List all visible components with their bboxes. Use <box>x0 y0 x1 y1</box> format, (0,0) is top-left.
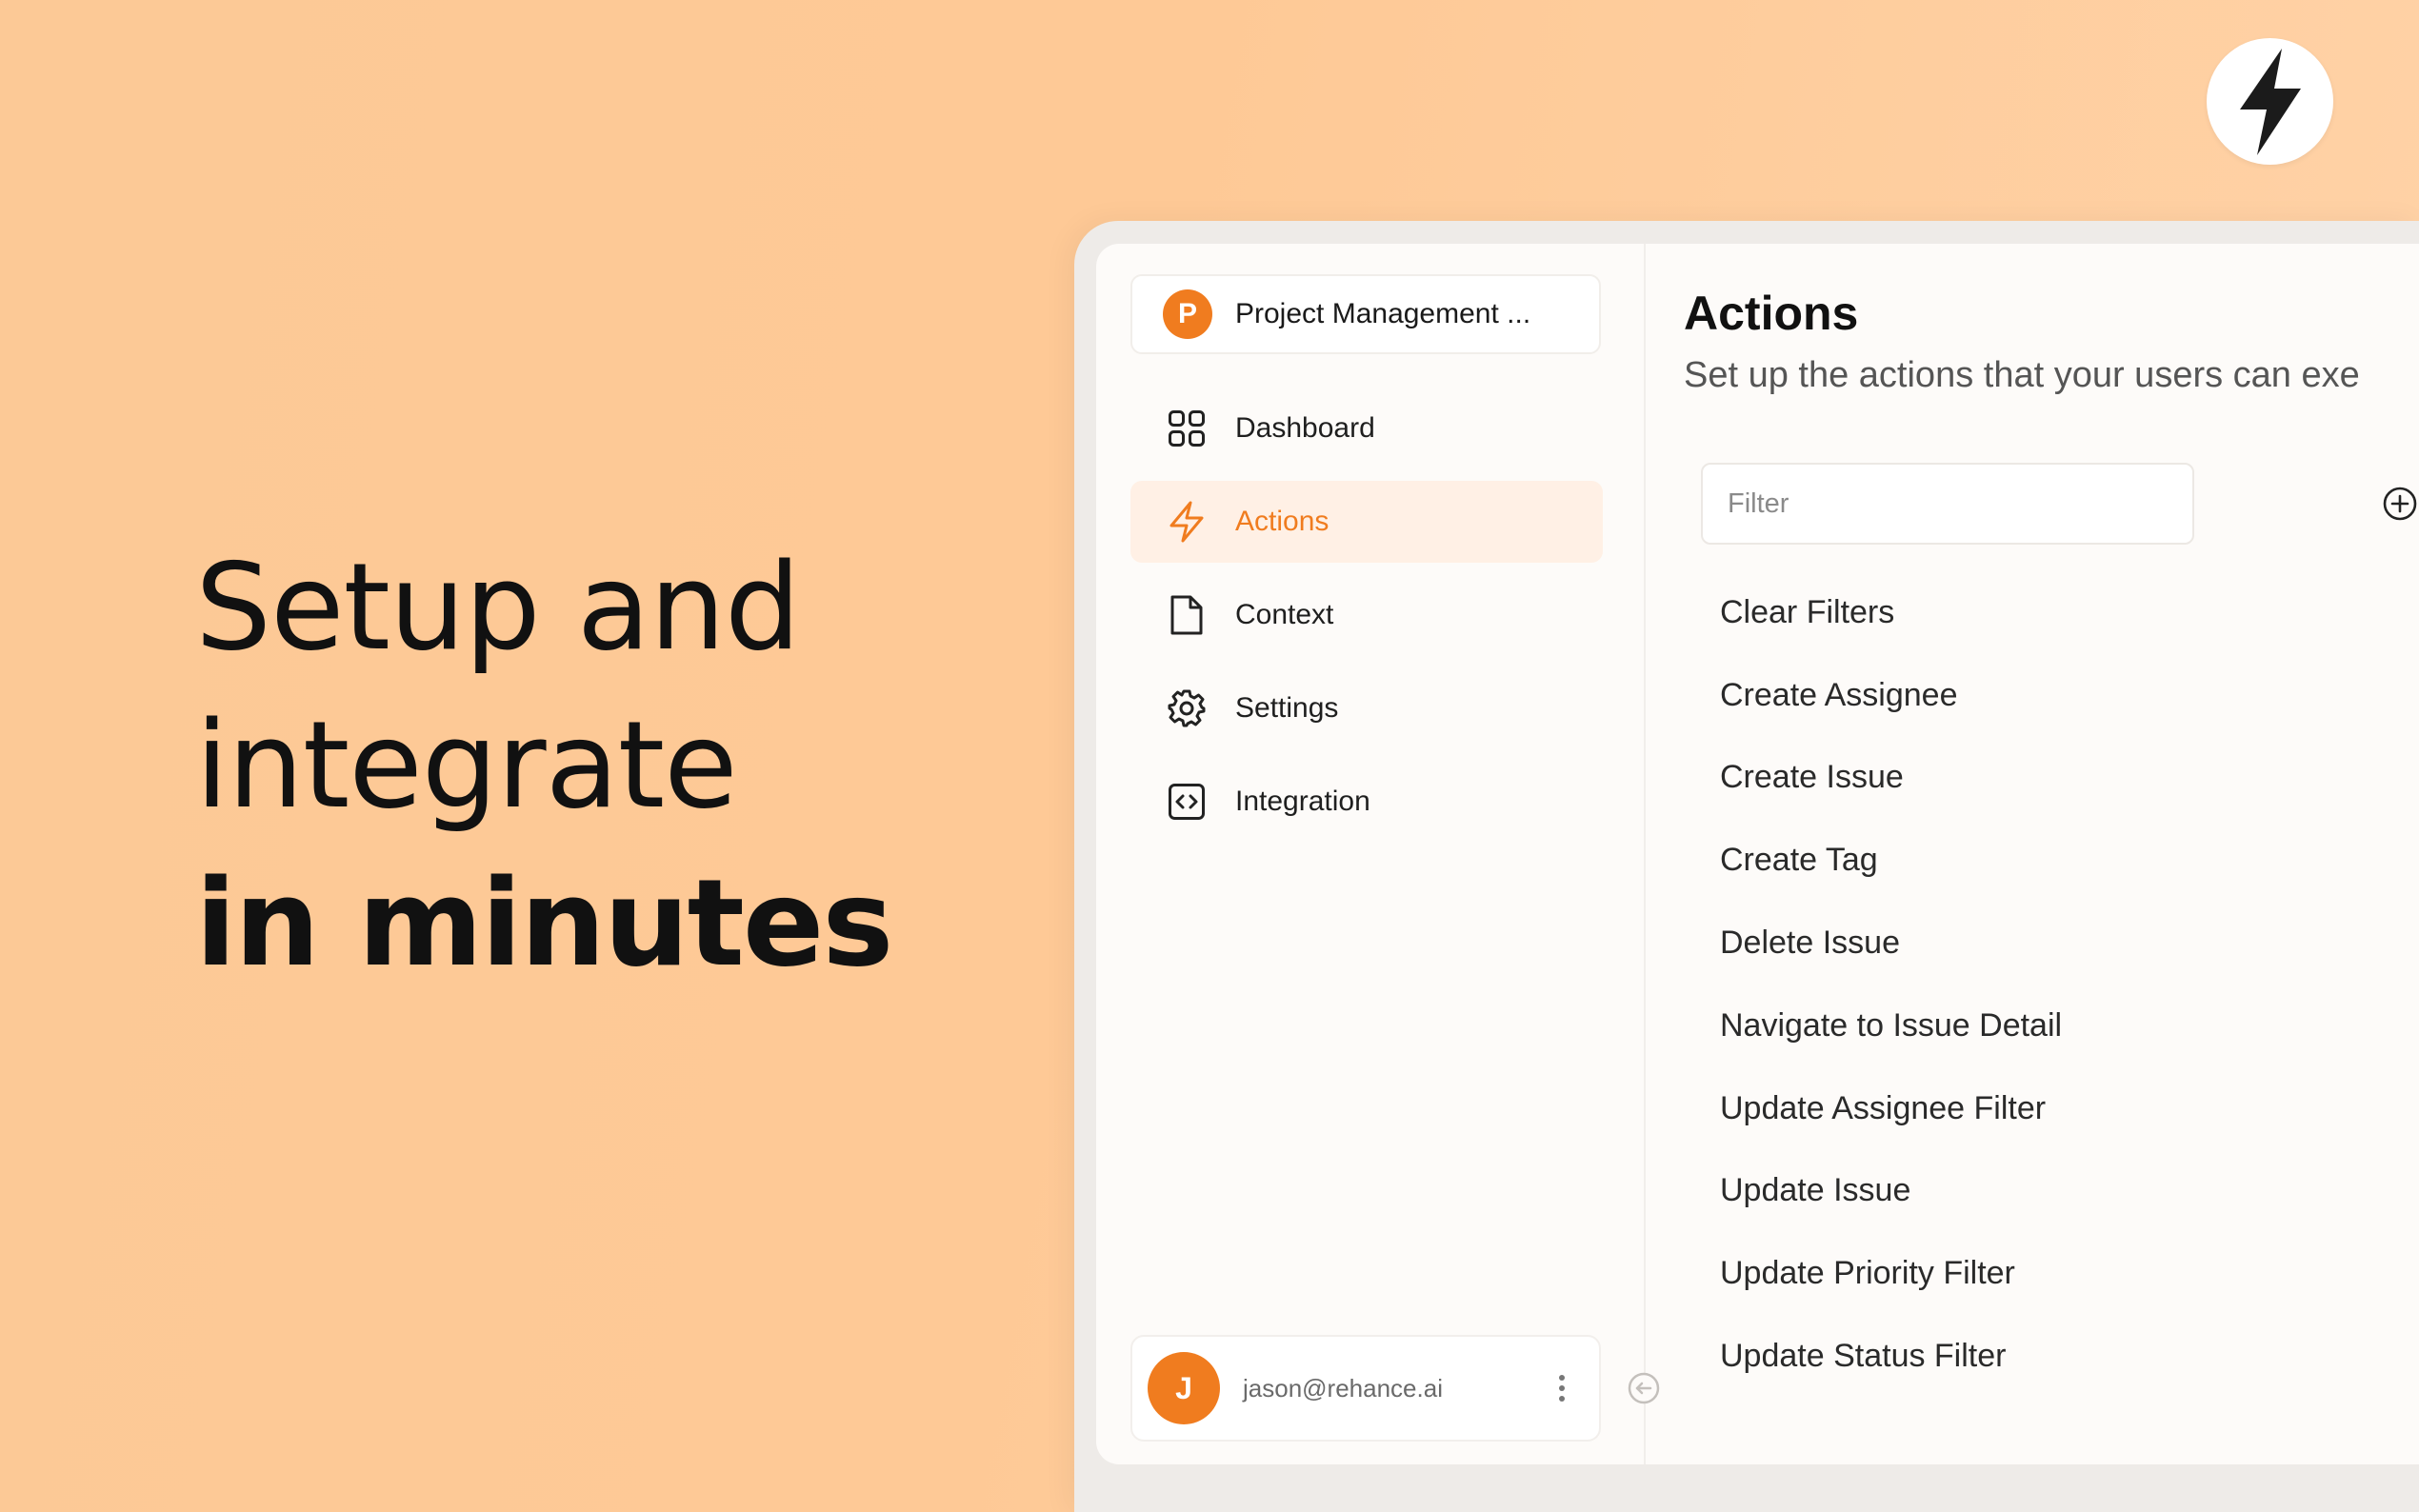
action-item-navigate-to-issue-detail[interactable]: Navigate to Issue Detail <box>1720 985 2062 1067</box>
lightning-bolt-icon <box>2239 48 2301 155</box>
plus-circle-icon <box>2383 487 2417 521</box>
sidebar-item-context[interactable]: Context <box>1130 574 1603 656</box>
hero-line-3: in minutes <box>195 853 893 993</box>
user-email: jason@rehance.ai <box>1243 1373 1443 1403</box>
sidebar-item-integration[interactable]: Integration <box>1130 761 1603 843</box>
action-list: Clear Filters Create Assignee Create Iss… <box>1720 571 2062 1398</box>
project-avatar: P <box>1163 289 1212 339</box>
code-brackets-icon <box>1167 782 1207 822</box>
brand-logo <box>2207 38 2333 165</box>
lightning-icon <box>1167 501 1207 543</box>
gear-icon <box>1167 688 1207 728</box>
sidebar: P Project Management ... Dashboard Actio… <box>1096 244 1646 1464</box>
hero-line-2: integrate <box>195 695 738 835</box>
action-item-create-issue[interactable]: Create Issue <box>1720 737 2062 820</box>
action-item-update-priority-filter[interactable]: Update Priority Filter <box>1720 1232 2062 1315</box>
sidebar-nav: Dashboard Actions Context Settings Integ… <box>1130 388 1603 854</box>
sidebar-item-label: Actions <box>1235 506 1329 537</box>
action-item-update-issue[interactable]: Update Issue <box>1720 1150 2062 1233</box>
filter-input[interactable] <box>1701 463 2194 545</box>
document-icon <box>1167 595 1207 635</box>
sidebar-item-settings[interactable]: Settings <box>1130 667 1603 749</box>
hero-line-1: Setup and <box>195 537 801 677</box>
action-item-delete-issue[interactable]: Delete Issue <box>1720 902 2062 985</box>
sidebar-item-actions[interactable]: Actions <box>1130 481 1603 563</box>
action-item-update-status-filter[interactable]: Update Status Filter <box>1720 1315 2062 1398</box>
more-options-icon[interactable] <box>1548 1369 1576 1407</box>
project-switcher[interactable]: P Project Management ... <box>1130 274 1601 354</box>
project-name: Project Management ... <box>1235 298 1531 329</box>
action-item-create-assignee[interactable]: Create Assignee <box>1720 654 2062 737</box>
sidebar-item-label: Integration <box>1235 786 1370 817</box>
action-item-update-assignee-filter[interactable]: Update Assignee Filter <box>1720 1067 2062 1150</box>
app-window: P Project Management ... Dashboard Actio… <box>1096 244 2419 1464</box>
user-card[interactable]: J jason@rehance.ai <box>1130 1335 1601 1442</box>
page-subtitle: Set up the actions that your users can e… <box>1684 355 2360 395</box>
sidebar-item-label: Dashboard <box>1235 412 1375 444</box>
hero-headline: Setup and integrate in minutes <box>195 528 1052 1003</box>
add-action-button[interactable] <box>2379 483 2419 525</box>
action-item-clear-filters[interactable]: Clear Filters <box>1720 571 2062 654</box>
sidebar-item-label: Settings <box>1235 692 1339 724</box>
sidebar-item-dashboard[interactable]: Dashboard <box>1130 388 1603 469</box>
action-item-create-tag[interactable]: Create Tag <box>1720 819 2062 902</box>
page-title: Actions <box>1684 287 1859 340</box>
dashboard-grid-icon <box>1167 408 1207 448</box>
sidebar-item-label: Context <box>1235 599 1334 630</box>
main-content: Actions Set up the actions that your use… <box>1646 244 2419 1464</box>
user-avatar: J <box>1148 1352 1220 1424</box>
